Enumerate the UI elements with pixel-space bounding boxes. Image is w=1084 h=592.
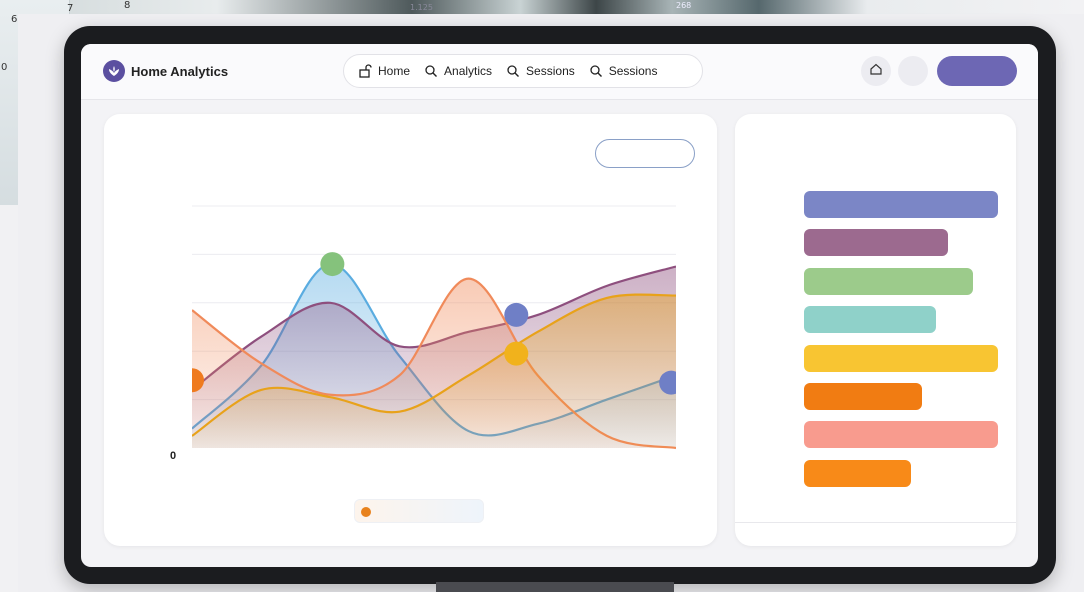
nav-item-sessions-2[interactable]: Sessions — [589, 64, 658, 78]
paper-number: 0 — [1, 62, 8, 73]
data-point-marker[interactable] — [504, 341, 529, 366]
primary-action-button[interactable] — [937, 56, 1017, 86]
nav-item-sessions[interactable]: Sessions — [506, 64, 575, 78]
data-point-marker[interactable] — [320, 252, 345, 277]
nav-item-analytics[interactable]: Analytics — [424, 64, 492, 78]
paper-number: 6 — [11, 14, 18, 25]
area-chart — [192, 205, 676, 450]
brand[interactable]: Home Analytics — [103, 60, 228, 82]
side-bar[interactable] — [804, 191, 998, 218]
chart-legend-chip[interactable] — [354, 499, 484, 523]
data-point-marker[interactable] — [504, 302, 529, 327]
app-title: Home Analytics — [131, 63, 229, 79]
side-bar[interactable] — [804, 421, 998, 449]
brand-logo-icon — [103, 60, 125, 82]
side-bar[interactable] — [804, 459, 911, 487]
nav-item-label: Sessions — [526, 64, 575, 78]
nav-item-label: Sessions — [608, 64, 658, 78]
side-bar[interactable] — [804, 383, 923, 410]
lock-open-icon — [358, 64, 372, 78]
monitor-stand — [436, 582, 674, 592]
nav-item-home[interactable]: Home — [358, 64, 410, 78]
side-card — [735, 114, 1016, 546]
search-icon — [506, 64, 520, 78]
home-button[interactable] — [861, 56, 891, 86]
chart-filter-button[interactable] — [595, 139, 695, 168]
monitor-screen: Home Analytics Home Analytics Sessions S… — [81, 44, 1038, 567]
avatar-button[interactable] — [898, 56, 928, 86]
side-bar[interactable] — [804, 229, 948, 257]
main-nav: Home Analytics Sessions Sessions — [343, 54, 703, 88]
paper-number: 7 — [67, 3, 74, 14]
legend-dot — [361, 507, 371, 517]
side-card-divider — [735, 522, 1016, 523]
search-icon — [424, 64, 438, 78]
home-icon — [869, 62, 883, 81]
search-icon — [589, 64, 603, 78]
y-axis-zero-label: 0 — [170, 450, 177, 462]
chart-card: 0 — [104, 114, 717, 546]
nav-item-label: Analytics — [444, 64, 493, 78]
photo-number: 1.125 — [410, 3, 433, 12]
paper-number: 8 — [124, 0, 131, 11]
top-bar: Home Analytics Home Analytics Sessions S… — [81, 44, 1038, 100]
side-bar[interactable] — [804, 344, 998, 372]
side-bar[interactable] — [804, 306, 936, 334]
photo-number: 268 — [676, 1, 692, 10]
nav-item-label: Home — [378, 64, 411, 78]
side-bar[interactable] — [804, 267, 973, 295]
